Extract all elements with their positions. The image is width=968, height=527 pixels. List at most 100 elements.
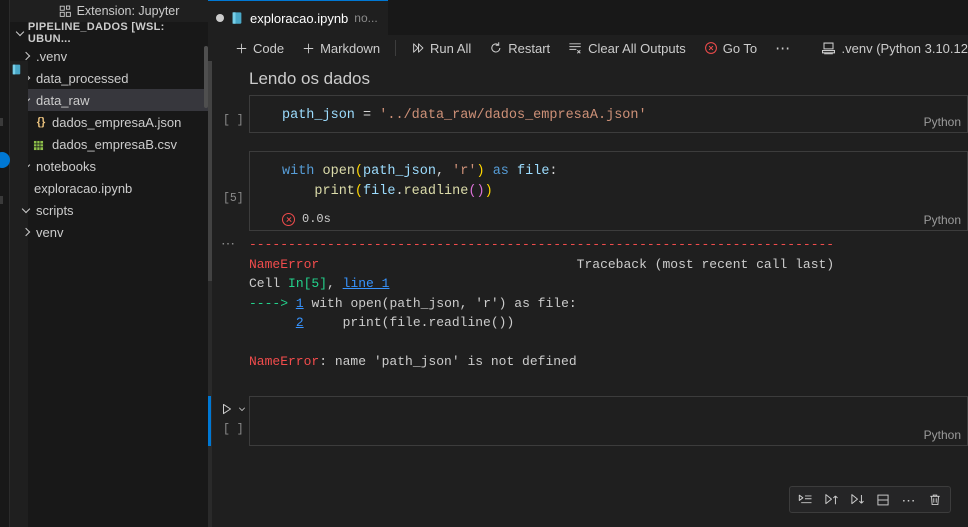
add-code-cell-button[interactable]: Code: [226, 37, 293, 59]
run-icon: [220, 402, 234, 416]
activity-bar[interactable]: [0, 0, 10, 527]
notebook-cell[interactable]: [ ] Python: [208, 395, 968, 446]
cell-gutter: [5]: [208, 151, 249, 231]
tab-exploracao-ipynb[interactable]: exploracao.ipynb no...: [208, 0, 388, 35]
chevron-down-icon: [16, 29, 25, 38]
run-below-button[interactable]: [844, 488, 870, 511]
restart-icon: [489, 41, 503, 55]
trash-icon: [928, 493, 942, 507]
chevron-down-icon: [22, 206, 31, 215]
file-tree: .venv data_processed data_raw {} dados_empre…: [10, 44, 208, 527]
clear-all-outputs-label: Clear All Outputs: [588, 40, 686, 56]
run-by-line-icon: [798, 492, 813, 507]
cell-gutter: [ ]: [208, 395, 249, 446]
tab-path-suffix: no...: [354, 11, 378, 25]
code-editor[interactable]: with open(path_json, 'r') as file: print…: [249, 151, 968, 231]
notebook-canvas: Lendo os dados [ ] path_json = '../data_r…: [208, 61, 968, 527]
run-below-icon: [850, 492, 865, 507]
tree-item-scripts[interactable]: scripts: [10, 199, 208, 221]
editor-area: exploracao.ipynb no... Code Markdown Run…: [208, 0, 968, 527]
cell-language-badge[interactable]: Python: [924, 115, 961, 129]
json-file-icon: {}: [36, 116, 46, 128]
code-editor[interactable]: Python: [249, 395, 968, 446]
traceback-link[interactable]: 2: [296, 315, 304, 330]
add-markdown-cell-button[interactable]: Markdown: [293, 37, 389, 59]
notebook-cell[interactable]: [ ] path_json = '../data_raw/dados_empres…: [208, 95, 968, 133]
plus-icon: [302, 42, 315, 55]
add-code-label: Code: [253, 40, 285, 56]
run-all-button[interactable]: Run All: [402, 37, 480, 59]
explorer-folder-header[interactable]: PIPELINE_DADOS [WSL: UBUN...: [10, 21, 208, 45]
chevron-down-icon[interactable]: [237, 404, 247, 414]
cell-gutter: [ ]: [208, 95, 249, 133]
more-actions-button[interactable]: ⋯: [766, 37, 800, 59]
restart-label: Restart: [508, 40, 551, 56]
tree-item-exploracao-ipynb[interactable]: exploracao.ipynb: [10, 61, 208, 527]
split-cell-icon: [876, 493, 890, 507]
execution-count: [ ]: [223, 114, 244, 127]
clear-all-outputs-button[interactable]: Clear All Outputs: [559, 37, 695, 59]
dirty-indicator-icon: [216, 14, 224, 22]
run-by-line-button[interactable]: [792, 488, 818, 511]
kernel-label: .venv (Python 3.10.12: [841, 40, 968, 56]
tree-item-label: dados_empresaA.json: [52, 114, 182, 130]
explorer-sidebar: Extension: Jupyter PIPELINE_DADOS [WSL: …: [10, 0, 208, 527]
markdown-cell[interactable]: Lendo os dados: [208, 61, 968, 95]
tree-item-data_processed[interactable]: data_processed: [10, 67, 208, 89]
tree-item-venv[interactable]: venv: [10, 221, 208, 243]
extensions-icon: [59, 5, 72, 18]
run-above-icon: [824, 492, 839, 507]
tab-label: exploracao.ipynb: [250, 10, 349, 26]
vscode-window: Extension: Jupyter PIPELINE_DADOS [WSL: …: [0, 0, 968, 527]
activity-bar-item[interactable]: [0, 196, 3, 204]
goto-error-label: Go To: [722, 40, 758, 56]
execution-count: [5]: [223, 192, 244, 205]
tree-item--venv[interactable]: .venv: [10, 45, 208, 67]
cell-output: ⋯ ---------------------------------------…: [208, 231, 968, 378]
tree-item-dados_empresaa-json[interactable]: {} dados_empresaA.json: [10, 111, 208, 133]
error-icon: [282, 212, 295, 226]
restart-kernel-button[interactable]: Restart: [480, 37, 559, 59]
output-collapse-handle[interactable]: ⋯: [208, 231, 249, 378]
activity-bar-item[interactable]: [0, 118, 3, 126]
execution-count: [ ]: [223, 422, 244, 436]
tree-item-label: .venv: [36, 48, 68, 64]
kernel-selector[interactable]: .venv (Python 3.10.12: [821, 35, 968, 61]
traceback-link[interactable]: line 1: [343, 276, 390, 291]
goto-error-icon: [704, 41, 718, 55]
kernel-icon: [821, 41, 836, 56]
tree-item-label: data_raw: [36, 92, 90, 108]
split-cell-button[interactable]: [870, 488, 896, 511]
tree-item-dados_empresab-csv[interactable]: dados_empresaB.csv: [10, 133, 208, 155]
notebook-cell[interactable]: [5] with open(path_json, 'r') as file: pr…: [208, 151, 968, 378]
cell-more-actions-button[interactable]: ⋯: [896, 488, 922, 511]
tree-item-data_raw[interactable]: data_raw: [10, 89, 208, 111]
notebook-icon: [230, 11, 244, 25]
cell-language-badge[interactable]: Python: [924, 213, 961, 227]
tree-item-label: exploracao.ipynb: [34, 180, 133, 196]
tree-item-label: dados_empresaB.csv: [52, 136, 178, 152]
markdown-cell-text: Lendo os dados: [249, 69, 370, 88]
cell-focus-indicator: [208, 395, 211, 446]
run-cell-button[interactable]: [220, 402, 247, 416]
code-content: path_json = '../data_raw/dados_empresaA.…: [282, 108, 647, 123]
toolbar-separator: [395, 40, 397, 56]
add-markdown-label: Markdown: [320, 40, 381, 56]
more-actions-icon: ⋯: [775, 40, 792, 57]
notebook-file-icon: [10, 61, 28, 527]
traceback-link[interactable]: 1: [296, 296, 304, 311]
delete-cell-button[interactable]: [922, 488, 948, 511]
tab-bar: exploracao.ipynb no...: [208, 0, 968, 35]
workspace-name: PIPELINE_DADOS [WSL: UBUN...: [27, 21, 165, 45]
breadcrumb[interactable]: Extension: Jupyter: [10, 0, 208, 22]
run-all-icon: [411, 41, 425, 55]
run-above-button[interactable]: [818, 488, 844, 511]
goto-error-button[interactable]: Go To: [695, 37, 766, 59]
code-editor[interactable]: path_json = '../data_raw/dados_empresaA.…: [249, 95, 968, 133]
tree-item-label: venv: [36, 224, 64, 240]
tree-item-notebooks[interactable]: notebooks: [10, 155, 208, 177]
plus-icon: [235, 42, 248, 55]
tree-item-label: data_processed: [36, 70, 129, 86]
cell-language-badge[interactable]: Python: [924, 428, 961, 442]
run-all-label: Run All: [430, 40, 472, 56]
